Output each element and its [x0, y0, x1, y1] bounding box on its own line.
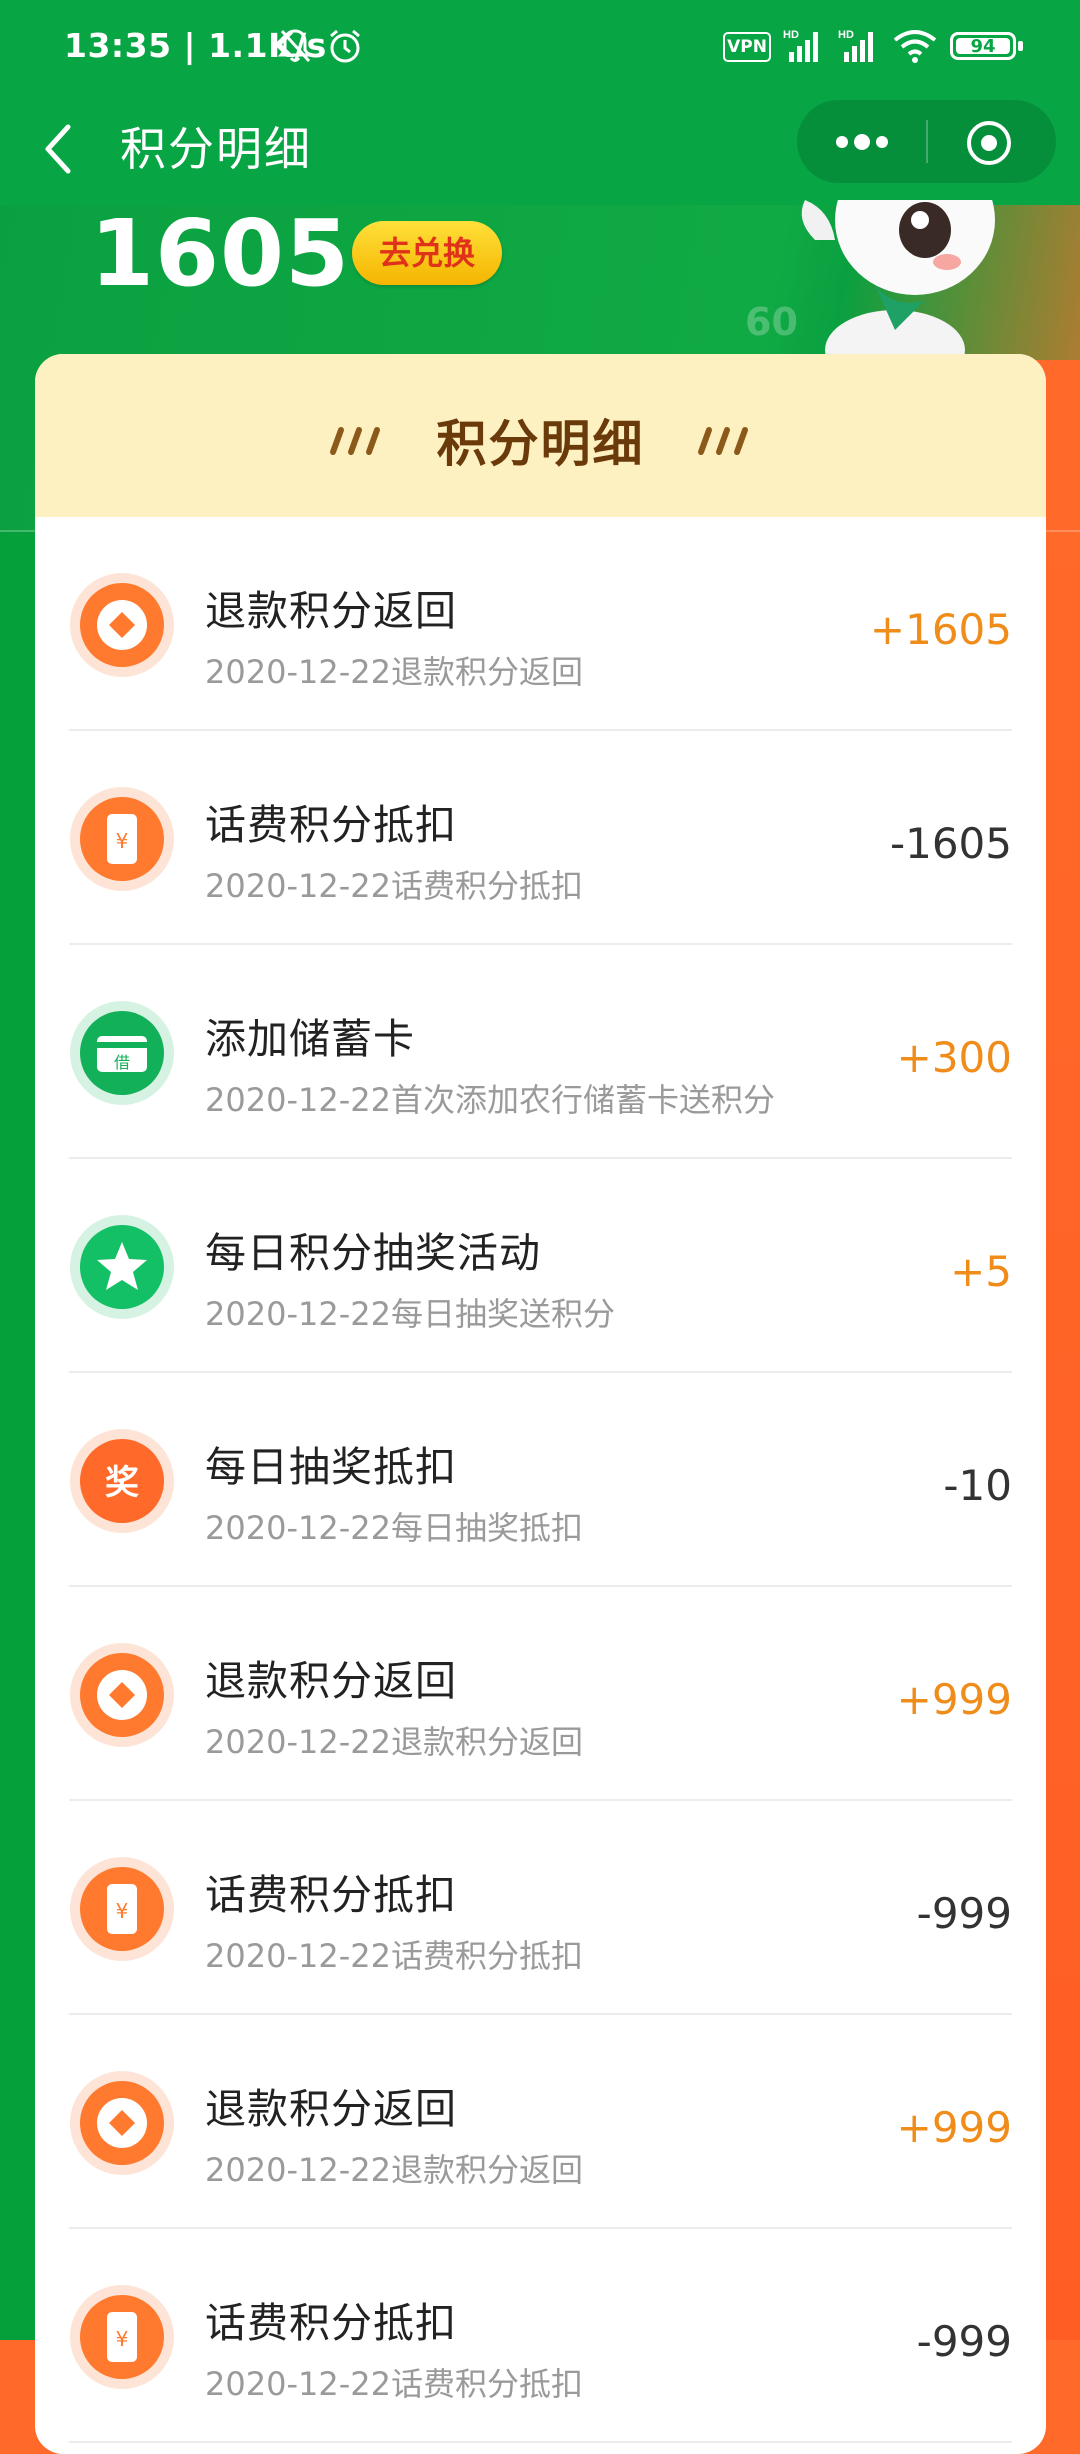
debit-card-icon: 借	[69, 1000, 175, 1106]
record-row[interactable]: 退款积分返回 2020-12-22退款积分返回 +999	[69, 2015, 1012, 2229]
lottery-icon: 奖	[69, 1428, 175, 1534]
record-row[interactable]: 退款积分返回 2020-12-22退款积分返回 +1605	[69, 517, 1012, 731]
navigation-bar: 积分明细	[0, 95, 1080, 205]
record-description: 2020-12-22话费积分抵扣	[205, 867, 583, 905]
record-amount: -999	[916, 1889, 1012, 1938]
record-title: 退款积分返回	[205, 587, 457, 635]
record-row[interactable]: ¥ 话费积分抵扣 2020-12-22话费积分抵扣 -999	[69, 2229, 1012, 2443]
more-options-icon[interactable]	[829, 122, 895, 162]
mascot-illustration	[801, 200, 995, 360]
redeem-button[interactable]: 去兑换	[352, 221, 502, 285]
status-bar: 13:35 | 1.1K/s VPN HD HD 94	[0, 0, 1080, 95]
record-title: 话费积分抵扣	[205, 801, 457, 849]
record-amount: +1605	[869, 605, 1012, 654]
record-amount: +5	[950, 1247, 1012, 1296]
record-row[interactable]: ¥ 话费积分抵扣 2020-12-22话费积分抵扣 -999	[69, 1801, 1012, 2015]
record-amount: +999	[896, 1675, 1012, 1724]
record-title: 添加储蓄卡	[205, 1015, 415, 1063]
record-description: 2020-12-22退款积分返回	[205, 1723, 583, 1761]
record-row[interactable]: 借 添加储蓄卡 2020-12-22首次添加农行储蓄卡送积分 +300	[69, 945, 1012, 1159]
record-title: 退款积分返回	[205, 2085, 457, 2133]
alarm-icon	[330, 29, 360, 63]
star-icon	[69, 1214, 175, 1320]
record-row[interactable]: 退款积分返回 2020-12-22退款积分返回 +999	[69, 1587, 1012, 1801]
svg-text:借: 借	[114, 1053, 130, 1072]
coin-icon	[69, 1642, 175, 1748]
record-amount: -1605	[889, 819, 1012, 868]
record-row[interactable]: 每日积分抽奖活动 2020-12-22每日抽奖送积分 +5	[69, 1159, 1012, 1373]
back-arrow-icon[interactable]	[38, 119, 78, 179]
capsule-separator	[926, 120, 928, 163]
points-record-list: 退款积分返回 2020-12-22退款积分返回 +1605 ¥ 话费积分抵扣 2…	[69, 517, 1012, 2443]
svg-text:HD: HD	[783, 29, 799, 41]
battery-icon: 94	[950, 32, 1016, 60]
coin-icon	[69, 2070, 175, 2176]
vpn-badge: VPN	[723, 32, 771, 62]
wifi-icon	[893, 30, 937, 63]
phone-bill-icon: ¥	[69, 786, 175, 892]
record-title: 每日积分抽奖活动	[205, 1229, 541, 1277]
record-description: 2020-12-22退款积分返回	[205, 653, 583, 691]
record-amount: +300	[896, 1033, 1012, 1082]
record-title: 话费积分抵扣	[205, 2299, 457, 2347]
page-title: 积分明细	[120, 122, 312, 176]
signal-hd-icon-2: HD	[838, 29, 873, 62]
signal-hd-icon: HD	[783, 29, 818, 62]
record-description: 2020-12-22每日抽奖抵扣	[205, 1509, 583, 1547]
phone-bill-icon: ¥	[69, 2284, 175, 2390]
record-description: 2020-12-22首次添加农行储蓄卡送积分	[205, 1081, 775, 1119]
record-title: 话费积分抵扣	[205, 1871, 457, 1919]
mute-bell-icon	[278, 29, 312, 63]
coin-icon	[69, 572, 175, 678]
record-description: 2020-12-22话费积分抵扣	[205, 1937, 583, 1975]
svg-text:¥: ¥	[116, 2327, 129, 2351]
record-amount: -999	[916, 2317, 1012, 2366]
record-title: 退款积分返回	[205, 1657, 457, 1705]
record-amount: -10	[943, 1461, 1012, 1510]
record-description: 2020-12-22每日抽奖送积分	[205, 1295, 615, 1333]
svg-text:HD: HD	[838, 29, 854, 41]
svg-text:¥: ¥	[116, 1899, 129, 1923]
record-amount: +999	[896, 2103, 1012, 2152]
close-mini-program-icon[interactable]	[965, 119, 1013, 167]
battery-level: 94	[956, 38, 1010, 56]
record-description: 2020-12-22退款积分返回	[205, 2151, 583, 2189]
mini-program-capsule	[797, 100, 1056, 183]
card-header: 积分明细	[35, 354, 1046, 517]
points-total: 1605	[90, 200, 351, 307]
record-row[interactable]: 奖 每日抽奖抵扣 2020-12-22每日抽奖抵扣 -10	[69, 1373, 1012, 1587]
phone-bill-icon: ¥	[69, 1856, 175, 1962]
record-title: 每日抽奖抵扣	[205, 1443, 457, 1491]
svg-text:奖: 奖	[105, 1463, 139, 1503]
record-description: 2020-12-22话费积分抵扣	[205, 2365, 583, 2403]
right-decoration-icon	[698, 427, 748, 455]
battery-tip	[1018, 41, 1023, 51]
card-title: 积分明细	[436, 415, 645, 473]
points-detail-card: 积分明细 退款积分返回 2020-12-22退款积分返回 +1605 ¥ 话费积…	[35, 354, 1046, 2454]
record-row[interactable]: ¥ 话费积分抵扣 2020-12-22话费积分抵扣 -1605	[69, 731, 1012, 945]
svg-text:¥: ¥	[116, 829, 129, 853]
